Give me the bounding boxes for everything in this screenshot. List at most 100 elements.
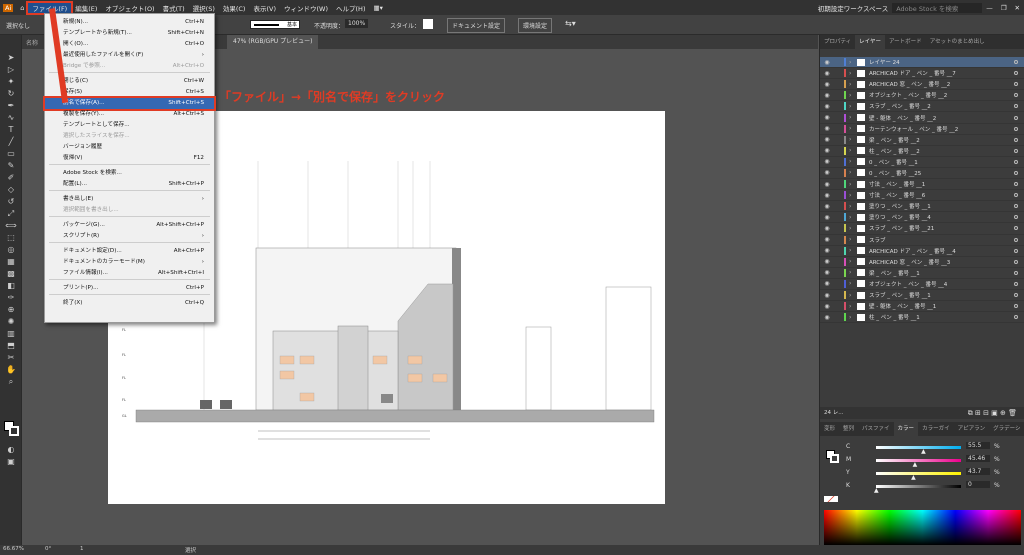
tab-layers[interactable]: レイヤー (855, 35, 886, 49)
file-menu-item[interactable]: 配置(L)... Shift+Ctrl+P (45, 179, 214, 190)
hand-tool-icon[interactable]: ✋ (5, 365, 17, 375)
visibility-eye-icon[interactable]: ◉ (820, 258, 834, 265)
tab-color[interactable]: カラー (893, 422, 919, 436)
lasso-icon[interactable]: ↻ (5, 89, 17, 99)
expand-arrow-icon[interactable]: › (849, 114, 857, 121)
layer-row[interactable]: ◉ › 柱 _ ペン _ 番号 __2 (820, 146, 1024, 157)
eraser-icon[interactable]: ◇ (5, 185, 17, 195)
channel-slider[interactable] (876, 459, 961, 462)
visibility-eye-icon[interactable]: ◉ (820, 203, 834, 210)
layer-row[interactable]: ◉ › レイヤー 24 (820, 57, 1024, 69)
target-circle-icon[interactable] (1014, 226, 1018, 231)
target-circle-icon[interactable] (1014, 170, 1018, 175)
target-circle-icon[interactable] (1014, 60, 1018, 65)
layer-row[interactable]: ◉ › 塗りつ _ ペン _ 番号 __1 (820, 201, 1024, 213)
file-menu-item[interactable]: ドキュメントのカラーモード(M) › (45, 257, 214, 268)
channel-value-input[interactable]: 43.7 (966, 468, 990, 475)
none-swatch[interactable] (824, 496, 838, 502)
restore-icon[interactable]: ❐ (997, 4, 1011, 12)
target-circle-icon[interactable] (1014, 137, 1018, 142)
visibility-eye-icon[interactable]: ◉ (820, 247, 834, 254)
visibility-eye-icon[interactable]: ◉ (820, 214, 834, 221)
paintbrush-icon[interactable]: ✎ (5, 161, 17, 171)
target-circle-icon[interactable] (1014, 71, 1018, 76)
layer-row[interactable]: ◉ › ARCHICAD 窓 _ ペン _ 番号 __2 (820, 79, 1024, 91)
drawing-mode-icon[interactable]: ◐ (5, 445, 17, 455)
expand-arrow-icon[interactable]: › (849, 125, 857, 132)
tab-pathfinder[interactable]: パスファイ (858, 422, 894, 436)
pen-tool-icon[interactable]: ✒ (5, 101, 17, 111)
visibility-eye-icon[interactable]: ◉ (820, 280, 834, 287)
target-circle-icon[interactable] (1014, 237, 1018, 242)
visibility-eye-icon[interactable]: ◉ (820, 303, 834, 310)
file-menu-item[interactable]: 開く(O)... Ctrl+O (45, 39, 214, 50)
layer-actions-icon[interactable]: ⧉ ⊞ ⊟ ▣ ⊕ 🗑 (968, 407, 1017, 419)
expand-arrow-icon[interactable]: › (849, 314, 857, 321)
blend-tool-icon[interactable]: ⊕ (5, 305, 17, 315)
visibility-eye-icon[interactable]: ◉ (820, 136, 834, 143)
zoom-level[interactable]: 66.67% (3, 546, 24, 552)
visibility-eye-icon[interactable]: ◉ (820, 236, 834, 243)
curvature-tool-icon[interactable]: ∿ (5, 113, 17, 123)
expand-arrow-icon[interactable]: › (849, 258, 857, 265)
expand-arrow-icon[interactable]: › (849, 236, 857, 243)
selection-tool-icon[interactable]: ➤ (5, 53, 17, 63)
layer-row[interactable]: ◉ › 塗りつ _ ペン _ 番号 __4 (820, 212, 1024, 224)
menu-object[interactable]: オブジェクト(O) (101, 3, 158, 13)
arrange-icon[interactable]: ⇆▾ (565, 19, 576, 28)
target-circle-icon[interactable] (1014, 270, 1018, 275)
width-tool-icon[interactable]: ⟺ (5, 221, 17, 231)
stroke-profile[interactable]: 基本 (250, 20, 300, 29)
gradient-tool-icon[interactable]: ◧ (5, 281, 17, 291)
visibility-eye-icon[interactable]: ◉ (820, 292, 834, 299)
expand-arrow-icon[interactable]: › (849, 103, 857, 110)
file-menu-item[interactable]: バージョン履歴 (45, 142, 214, 153)
file-menu-item[interactable]: パッケージ(G)... Alt+Shift+Ctrl+P (45, 220, 214, 231)
file-menu-item[interactable]: 閉じる(C) Ctrl+W (45, 76, 214, 87)
expand-arrow-icon[interactable]: › (849, 303, 857, 310)
menu-help[interactable]: ヘルプ(H) (332, 3, 369, 13)
visibility-eye-icon[interactable]: ◉ (820, 192, 834, 199)
target-circle-icon[interactable] (1014, 193, 1018, 198)
symbol-sprayer-icon[interactable]: ✺ (5, 317, 17, 327)
opacity-input[interactable]: 100% (345, 19, 369, 28)
expand-arrow-icon[interactable]: › (849, 214, 857, 221)
layer-row[interactable]: ◉ › スラブ (820, 235, 1024, 246)
slider-thumb-icon[interactable]: ▲ (913, 461, 918, 468)
visibility-eye-icon[interactable]: ◉ (820, 147, 834, 154)
visibility-eye-icon[interactable]: ◉ (820, 314, 834, 321)
slider-thumb-icon[interactable]: ▲ (874, 487, 879, 494)
layer-row[interactable]: ◉ › 梁 _ ペン _ 番号 __1 (820, 268, 1024, 279)
file-menu-item[interactable]: プリント(P)... Ctrl+P (45, 283, 214, 294)
layer-row[interactable]: ◉ › スラブ _ ペン _ 番号 __2 (820, 101, 1024, 113)
channel-slider[interactable] (876, 485, 961, 488)
file-menu-item[interactable]: テンプレートとして保存... (45, 120, 214, 131)
file-menu-item[interactable]: 書き出し(E) › (45, 194, 214, 205)
artboard-number[interactable]: 1 (80, 546, 84, 552)
visibility-eye-icon[interactable]: ◉ (820, 269, 834, 276)
target-circle-icon[interactable] (1014, 215, 1018, 220)
tab-align[interactable]: 整列 (839, 422, 858, 436)
file-menu-item[interactable]: 終了(X) Ctrl+Q (45, 298, 214, 309)
tab-appearance[interactable]: アピアラン (954, 422, 990, 436)
slider-thumb-icon[interactable]: ▲ (921, 448, 926, 455)
layer-row[interactable]: ◉ › 壁 - 躯体 _ ペン _ 番号 __2 (820, 112, 1024, 124)
free-transform-icon[interactable]: ⬚ (5, 233, 17, 243)
channel-value-input[interactable]: 0 (966, 481, 990, 488)
expand-arrow-icon[interactable]: › (849, 269, 857, 276)
perspective-grid-icon[interactable]: ▦ (5, 257, 17, 267)
expand-arrow-icon[interactable]: › (849, 81, 857, 88)
line-tool-icon[interactable]: ╱ (5, 137, 17, 147)
expand-arrow-icon[interactable]: › (849, 225, 857, 232)
menu-window[interactable]: ウィンドウ(W) (280, 3, 332, 13)
expand-arrow-icon[interactable]: › (849, 181, 857, 188)
layer-row[interactable]: ◉ › 柱 _ ペン _ 番号 __1 (820, 312, 1024, 324)
target-circle-icon[interactable] (1014, 281, 1018, 286)
rotate-tool-icon[interactable]: ↺ (5, 197, 17, 207)
expand-arrow-icon[interactable]: › (849, 292, 857, 299)
shape-builder-icon[interactable]: ◎ (5, 245, 17, 255)
target-circle-icon[interactable] (1014, 315, 1018, 320)
layer-row[interactable]: ◉ › ARCHICAD ドア _ ペン _ 番号 __4 (820, 246, 1024, 257)
tab-asset-export[interactable]: アセットのまとめ出し (926, 35, 989, 49)
target-circle-icon[interactable] (1014, 93, 1018, 98)
